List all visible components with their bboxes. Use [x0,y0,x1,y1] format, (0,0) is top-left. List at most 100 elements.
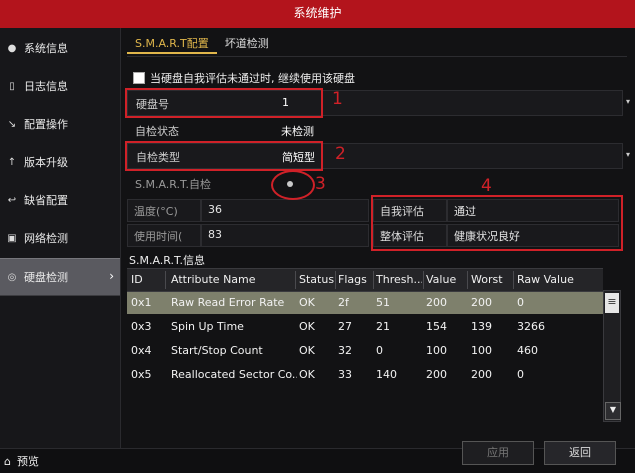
divider [513,271,514,289]
divider [335,271,336,289]
column-header[interactable]: ID [131,269,143,291]
restore-icon: ↩ [7,194,17,206]
divider [127,56,627,57]
tab-smart-config[interactable]: S.M.A.R.T配置 [127,34,217,54]
temperature-value-cell: 36 [201,199,369,222]
column-header[interactable]: Worst [471,269,503,291]
info-icon: ● [7,42,17,54]
continue-use-option[interactable]: 当硬盘自我评估未通过时, 继续使用该硬盘 [129,68,619,88]
table-cell: 2f [338,296,349,309]
table-cell: 33 [338,368,352,381]
dropdown-arrow-icon[interactable]: ▾ [626,97,630,106]
table-cell: 27 [338,320,352,333]
table-row[interactable]: 0x4 Start/Stop Count OK 32 0 100 100 460 [127,340,603,362]
table-cell: 3266 [517,320,545,333]
sidebar-item-upgrade[interactable]: ↑ 版本升级 [0,144,120,180]
table-cell: 0x5 [131,368,152,381]
sidebar-item-log-info[interactable]: ▯ 日志信息 [0,68,120,104]
table-cell: OK [299,296,315,309]
sidebar-item-default-config[interactable]: ↩ 缺省配置 [0,182,120,218]
column-header[interactable]: Status [299,269,334,291]
table-cell: 21 [376,320,390,333]
sidebar-item-label: 系统信息 [24,42,68,55]
table-scrollbar[interactable]: ≡ ▼ [603,290,621,422]
disk-icon: ◎ [7,271,17,283]
usage-time-value: 83 [208,228,222,241]
table-cell: 200 [471,296,492,309]
sidebar-item-disk-check[interactable]: ◎ 硬盘检测 › [0,258,120,296]
table-row[interactable]: 0x1 Raw Read Error Rate OK 2f 51 200 200… [127,292,603,314]
table-cell: Raw Read Error Rate [171,296,285,309]
divider [467,271,468,289]
dropdown-arrow-icon[interactable]: ▾ [626,150,630,159]
table-cell: 200 [426,296,447,309]
annotation-box-1 [125,88,323,118]
apply-button[interactable]: 应用 [462,441,534,465]
annotation-number-3: 3 [315,174,326,194]
column-header[interactable]: Raw Value [517,269,574,291]
sidebar: ● 系统信息 ▯ 日志信息 ↘ 配置操作 ↑ 版本升级 ↩ 缺省配置 ▣ 网络检… [0,28,121,448]
back-button[interactable]: 返回 [544,441,616,465]
upgrade-icon: ↑ [7,156,17,168]
sidebar-item-network-check[interactable]: ▣ 网络检测 [0,220,120,256]
divider [423,271,424,289]
table-cell: 0 [517,368,524,381]
annotation-number-1: 1 [332,89,343,109]
table-cell: OK [299,344,315,357]
self-test-status-row: 自检状态 未检测 [127,118,621,142]
temperature-label: 温度(°C) [134,205,178,218]
continue-use-label: 当硬盘自我评估未通过时, 继续使用该硬盘 [150,72,355,85]
annotation-circle-3 [271,170,315,200]
column-header[interactable]: Flags [338,269,372,291]
title-bar: 系统维护 [0,0,635,29]
smart-info-title: S.M.A.R.T.信息 [129,254,205,267]
chevron-right-icon: › [109,269,114,283]
table-cell: 140 [376,368,397,381]
annotation-number-2: 2 [335,144,346,164]
table-cell: 0x3 [131,320,152,333]
table-cell: Spin Up Time [171,320,244,333]
annotation-number-4: 4 [481,176,492,196]
divider [295,271,296,289]
table-row[interactable]: 0x5 Reallocated Sector Co... OK 33 140 2… [127,364,603,386]
temperature-value: 36 [208,203,222,216]
usage-time-label: 使用时间( [134,230,183,243]
usage-time-label-cell: 使用时间( [127,224,201,247]
grip-icon: ≡ [607,295,617,308]
column-header[interactable]: Attribute Name [171,269,256,291]
continue-use-checkbox[interactable] [133,72,145,84]
tab-bad-sector-check[interactable]: 坏道检测 [217,34,277,54]
table-cell: 0 [517,296,524,309]
main-content: S.M.A.R.T配置 坏道检测 当硬盘自我评估未通过时, 继续使用该硬盘 硬盘… [121,28,635,472]
self-test-status-label: 自检状态 [135,125,179,138]
sidebar-item-label: 日志信息 [24,80,68,93]
smart-self-test-label: S.M.A.R.T.自检 [135,178,211,191]
table-cell: Reallocated Sector Co... [171,368,297,381]
divider [373,271,374,289]
table-cell: 0 [376,344,383,357]
tab-bar: S.M.A.R.T配置 坏道检测 [127,34,277,54]
scrollbar-thumb[interactable]: ≡ [605,293,619,313]
sidebar-item-label: 硬盘检测 [24,271,68,284]
preview-button[interactable]: ⌂ 预览 [4,453,39,469]
table-cell: 460 [517,344,538,357]
table-cell: 139 [471,320,492,333]
table-header: ID Attribute Name Status Flags Thresh...… [127,268,603,292]
table-cell: Start/Stop Count [171,344,263,357]
sidebar-item-config-operation[interactable]: ↘ 配置操作 [0,106,120,142]
divider [165,271,166,289]
table-cell: 200 [471,368,492,381]
bottom-bar: ⌂ 预览 [0,448,635,473]
smart-self-test-row: S.M.A.R.T.自检 [127,171,621,195]
sidebar-item-label: 网络检测 [24,232,68,245]
annotation-box-2 [125,141,323,171]
scroll-down-icon[interactable]: ▼ [605,402,621,420]
table-row[interactable]: 0x3 Spin Up Time OK 27 21 154 139 3266 [127,316,603,338]
home-icon: ⌂ [4,454,11,468]
sidebar-item-label: 配置操作 [24,118,68,131]
column-header[interactable]: Thresh... [376,269,422,291]
temperature-label-cell: 温度(°C) [127,199,201,222]
column-header[interactable]: Value [426,269,456,291]
sidebar-item-system-info[interactable]: ● 系统信息 [0,30,120,66]
window-title: 系统维护 [293,6,342,20]
